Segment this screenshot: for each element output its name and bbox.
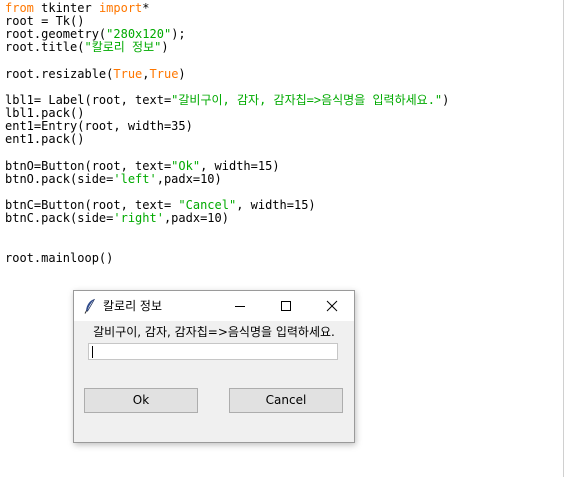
code-token: "Cancel" bbox=[178, 198, 237, 213]
code-token: btnC=Button(root, text= bbox=[5, 198, 179, 213]
code-token: , width=15) bbox=[200, 158, 280, 173]
code-line: btnC.pack(side='right',padx=10) bbox=[5, 212, 449, 225]
feather-icon bbox=[84, 298, 95, 314]
tk-window: 칼로리 정보 갈비구이, 감자, 감자칩=>음식명을 입력하세요. Ok Can… bbox=[73, 290, 355, 443]
code-token: root = Tk() bbox=[5, 14, 85, 29]
code-token: "칼로리 정보" bbox=[84, 40, 162, 55]
title-bar[interactable]: 칼로리 정보 bbox=[74, 291, 354, 321]
code-token: btnO.pack(side= bbox=[5, 171, 114, 186]
code-token: True bbox=[113, 66, 143, 81]
code-token: , bbox=[142, 66, 150, 81]
code-token: ) bbox=[442, 92, 450, 107]
code-line: btnO.pack(side='left',padx=10) bbox=[5, 171, 449, 186]
text-caret bbox=[92, 346, 93, 358]
code-token: ); bbox=[171, 27, 186, 42]
code-token: 'left' bbox=[113, 171, 157, 186]
code-token: tkinter bbox=[33, 1, 99, 15]
code-token: root.mainloop() bbox=[5, 250, 114, 265]
code-token: lbl1.pack() bbox=[5, 106, 85, 121]
maximize-button[interactable] bbox=[263, 291, 309, 321]
code-token: lbl1= Label(root, text= bbox=[5, 92, 172, 107]
code-line: root.title("칼로리 정보") bbox=[5, 41, 449, 54]
code-token: ent1.pack() bbox=[5, 132, 85, 147]
code-line: root.resizable(True,True) bbox=[5, 66, 449, 81]
code-token: btnO=Button(root, text= bbox=[5, 158, 172, 173]
code-token: ) bbox=[161, 40, 169, 55]
code-token: root.title( bbox=[5, 40, 85, 55]
code-token: ,padx=10) bbox=[156, 171, 222, 186]
code-token: ) bbox=[178, 66, 186, 81]
close-icon bbox=[326, 300, 338, 312]
code-line: ent1.pack() bbox=[5, 133, 449, 146]
food-name-input[interactable] bbox=[88, 343, 338, 360]
code-token: ent1=Entry(root, width=35) bbox=[5, 119, 193, 134]
minimize-button[interactable] bbox=[217, 291, 263, 321]
code-token: True bbox=[149, 66, 179, 81]
editor-border bbox=[563, 0, 564, 477]
ok-button[interactable]: Ok bbox=[84, 388, 198, 413]
code-token: "280x120" bbox=[106, 27, 172, 42]
code-token: ,padx=10) bbox=[163, 211, 229, 226]
code-token: 'right' bbox=[113, 211, 164, 226]
maximize-icon bbox=[281, 301, 291, 311]
code-token: root.geometry( bbox=[5, 27, 107, 42]
code-token: root.resizable( bbox=[5, 66, 114, 81]
minimize-icon bbox=[235, 306, 245, 307]
close-button[interactable] bbox=[309, 291, 355, 321]
code-text[interactable]: from tkinter import* root = Tk() root.geom… bbox=[5, 1, 450, 265]
window-title: 칼로리 정보 bbox=[103, 299, 163, 313]
code-line: root.mainloop() bbox=[5, 250, 449, 265]
code-token: "Ok" bbox=[171, 158, 201, 173]
code-token: , width=15) bbox=[236, 198, 316, 213]
code-token: "갈비구이, 감자, 감자칩=>음식명을 입력하세요." bbox=[171, 92, 443, 107]
cancel-button[interactable]: Cancel bbox=[229, 388, 343, 413]
code-token: import bbox=[98, 1, 143, 15]
code-token: btnC.pack(side= bbox=[5, 211, 114, 226]
food-prompt-label: 갈비구이, 감자, 감자칩=>음식명을 입력하세요. bbox=[93, 325, 335, 339]
code-token: * bbox=[142, 1, 150, 15]
code-token: from bbox=[5, 1, 34, 15]
